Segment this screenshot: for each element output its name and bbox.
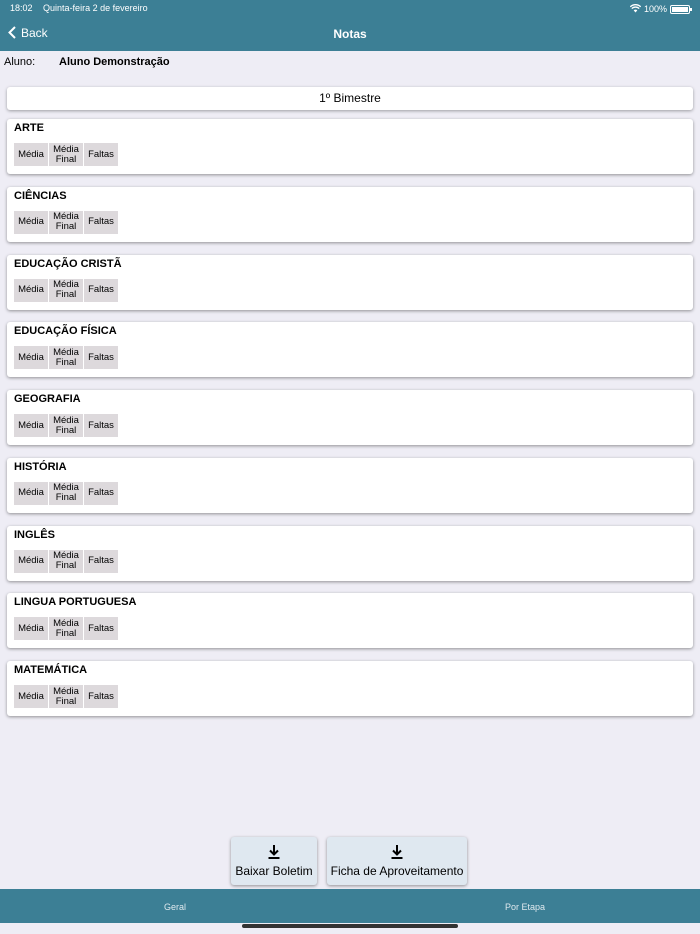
column-media-final: Média Final [49, 278, 83, 302]
column-faltas: Faltas [84, 617, 118, 641]
subject-name: EDUCAÇÃO FÍSICA [14, 325, 117, 338]
column-media-final-line2: Final [55, 424, 77, 436]
column-media-final-line2: Final [55, 289, 77, 300]
column-media-final: Média Final [49, 210, 83, 234]
home-indicator[interactable] [242, 924, 458, 928]
navigation-bar: 18:02 Quinta-feira 2 de fevereiro 100% B… [0, 0, 700, 51]
subject-card[interactable]: MATEMÁTICA Média Média Final Faltas [7, 661, 693, 716]
column-media-final-line2: Final [55, 356, 77, 368]
column-media: Média [14, 685, 48, 708]
ficha-aproveitamento-button[interactable]: Ficha de Aproveitamento [327, 837, 467, 885]
column-faltas: Faltas [84, 481, 118, 505]
student-name: Aluno Demonstração [59, 56, 170, 68]
subject-name: MATEMÁTICA [14, 664, 88, 676]
column-media: Média [14, 210, 48, 234]
subject-name: EDUCAÇÃO CRISTÃ [14, 257, 122, 270]
column-media: Média [14, 617, 48, 641]
grade-columns: Média Média Final Faltas [14, 278, 686, 302]
subject-list: ARTE Média Média Final Faltas CIÊNCIAS Média Mé… [7, 119, 693, 729]
column-media-final: Média Final [49, 617, 83, 641]
tab-por-etapa[interactable]: Por Etapa [350, 889, 700, 923]
column-faltas: Faltas [84, 278, 118, 302]
tab-bar: Geral Por Etapa [0, 889, 700, 923]
column-media-final: Média Final [49, 346, 83, 370]
grade-columns: Média Média Final Faltas [14, 143, 686, 166]
column-media-final-line2: Final [55, 153, 77, 165]
subject-name: INGLÊS [14, 528, 55, 541]
battery-icon [670, 4, 692, 14]
subject-card[interactable]: CIÊNCIAS Média Média Final Faltas [7, 186, 693, 242]
student-info: Aluno: Aluno Demonstração [4, 56, 170, 68]
column-media-final: Média Final [49, 414, 83, 437]
grade-columns: Média Média Final Faltas [14, 549, 686, 573]
column-media-final: Média Final [49, 685, 83, 708]
period-selector[interactable]: 1º Bimestre [7, 87, 693, 110]
ficha-aproveitamento-label: Ficha de Aproveitamento [330, 864, 464, 878]
column-media: Média [14, 549, 48, 573]
column-media: Média [14, 346, 48, 370]
subject-name: CIÊNCIAS [14, 189, 67, 202]
subject-card[interactable]: INGLÊS Média Média Final Faltas [7, 525, 693, 581]
tab-geral[interactable]: Geral [0, 889, 350, 923]
subject-name: LINGUA PORTUGUESA [14, 596, 137, 609]
grade-columns: Média Média Final Faltas [14, 414, 686, 437]
column-media: Média [14, 481, 48, 505]
column-media-final: Média Final [49, 549, 83, 573]
column-faltas: Faltas [84, 685, 118, 708]
column-faltas: Faltas [84, 143, 118, 166]
subject-name: GEOGRAFIA [14, 393, 81, 405]
download-icon [268, 845, 280, 859]
column-faltas: Faltas [84, 414, 118, 437]
subject-card[interactable]: EDUCAÇÃO FÍSICA Média Média Final Faltas [7, 322, 693, 378]
column-media-final-line2: Final [55, 695, 77, 707]
column-media-final-line2: Final [55, 492, 77, 504]
battery-percent: 100% [643, 4, 667, 14]
subject-name: HISTÓRIA [14, 460, 67, 473]
subject-card[interactable]: LINGUA PORTUGUESA Média Média Final Faltas [7, 593, 693, 649]
page-title: Notas [333, 27, 367, 41]
wifi-icon [629, 3, 642, 15]
column-media-final: Média Final [49, 143, 83, 166]
column-media: Média [14, 414, 48, 437]
grade-columns: Média Média Final Faltas [14, 617, 686, 641]
status-time: 18:02 [10, 3, 33, 13]
column-media-final-line2: Final [55, 560, 77, 571]
download-icon [391, 845, 403, 859]
column-media-final: Média Final [49, 481, 83, 505]
download-boletim-button[interactable]: Baixar Boletim [231, 837, 317, 885]
column-faltas: Faltas [84, 549, 118, 573]
subject-card[interactable]: HISTÓRIA Média Média Final Faltas [7, 457, 693, 513]
column-media-final-line2: Final [55, 627, 77, 639]
column-media-final-line2: Final [55, 221, 77, 233]
subject-card[interactable]: ARTE Média Média Final Faltas [7, 119, 693, 174]
column-faltas: Faltas [84, 346, 118, 370]
student-label: Aluno: [4, 56, 36, 68]
grade-columns: Média Média Final Faltas [14, 210, 686, 234]
status-date: Quinta-feira 2 de fevereiro [43, 3, 148, 13]
grade-columns: Média Média Final Faltas [14, 685, 686, 708]
subject-name: ARTE [14, 122, 44, 134]
column-media: Média [14, 278, 48, 302]
subject-card[interactable]: EDUCAÇÃO CRISTÃ Média Média Final Faltas [7, 254, 693, 310]
subject-card[interactable]: GEOGRAFIA Média Média Final Faltas [7, 390, 693, 445]
download-boletim-label: Baixar Boletim [235, 864, 313, 878]
column-media: Média [14, 143, 48, 166]
column-faltas: Faltas [84, 210, 118, 234]
status-bar: 18:02 Quinta-feira 2 de fevereiro 100% [10, 3, 692, 15]
grade-columns: Média Média Final Faltas [14, 346, 686, 370]
grade-columns: Média Média Final Faltas [14, 481, 686, 505]
